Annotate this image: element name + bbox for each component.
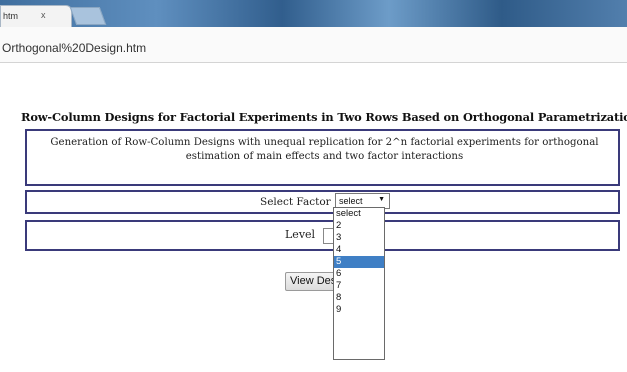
dropdown-option[interactable]: 7 — [334, 280, 384, 292]
dropdown-option[interactable]: 2 — [334, 220, 384, 232]
dropdown-option[interactable]: 5 — [334, 256, 384, 268]
dropdown-option[interactable]: 3 — [334, 232, 384, 244]
select-factor-label: Select Factor — [260, 196, 331, 208]
address-bar[interactable]: Orthogonal%20Design.htm — [0, 27, 627, 63]
new-tab-button[interactable] — [69, 7, 107, 25]
dropdown-option[interactable]: 8 — [334, 292, 384, 304]
dropdown-option[interactable]: 6 — [334, 268, 384, 280]
level-row: Level — [25, 220, 620, 251]
chevron-down-icon: ▼ — [378, 196, 385, 203]
description-text: Generation of Row-Column Designs with un… — [50, 137, 599, 162]
factor-dropdown-list: select 2 3 4 5 6 7 8 9 — [333, 207, 385, 360]
dropdown-option[interactable]: select — [334, 208, 384, 220]
dropdown-option[interactable]: 4 — [334, 244, 384, 256]
tab-title: htm — [3, 11, 19, 21]
description-box: Generation of Row-Column Designs with un… — [25, 129, 620, 186]
select-factor-row: Select Factor select ▼ — [25, 190, 620, 214]
browser-tab[interactable]: htm x — [0, 5, 72, 27]
browser-tab-strip: htm x — [0, 0, 627, 27]
page-title: Row-Column Designs for Factorial Experim… — [21, 110, 627, 124]
url-text[interactable]: Orthogonal%20Design.htm — [2, 41, 146, 55]
level-label: Level — [285, 228, 316, 241]
dropdown-option[interactable]: 9 — [334, 304, 384, 316]
tab-close-icon[interactable]: x — [41, 10, 46, 20]
factor-select-value: select — [339, 196, 363, 206]
